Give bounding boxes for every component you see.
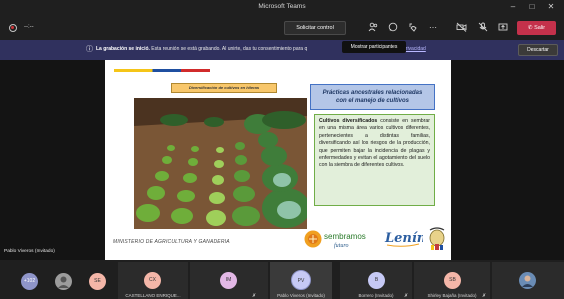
phone-icon: ✆ <box>527 25 533 31</box>
leave-button[interactable]: ✆ Salir <box>517 21 556 35</box>
mic-off-icon: ✗ <box>404 293 409 299</box>
recording-banner-text: La grabación se inició. Esta reunión se … <box>96 46 307 52</box>
participant-tile[interactable] <box>492 262 564 299</box>
avatar: IM <box>220 272 237 289</box>
more-icon[interactable]: ⋯ <box>427 22 439 34</box>
participant-tile[interactable]: B Borrero (Invitado) ✗ <box>340 262 412 299</box>
avatar: B <box>368 272 385 289</box>
avatar: CX <box>144 272 161 289</box>
overflow-count-avatar: +102 <box>21 273 38 290</box>
people-icon[interactable] <box>367 22 379 34</box>
window-title: Microsoft Teams <box>258 3 306 10</box>
title-bar: Microsoft Teams – □ ✕ <box>0 0 564 16</box>
slide-body-text: Cultivos diversificados consiste en semb… <box>314 114 435 206</box>
avatar <box>55 273 72 290</box>
svg-text:Lenín: Lenín <box>384 231 423 246</box>
photo-caption: Diversificación de cultivos en hileras <box>171 83 277 93</box>
participant-name: Shirley Bajaña (Invitado) <box>427 293 477 298</box>
ministry-footer: MINISTERIO DE AGRICULTURA Y GANADERIA <box>113 239 230 245</box>
share-icon[interactable] <box>497 22 509 34</box>
participant-name: CASTELLANO ENRIQUE... <box>125 293 181 298</box>
recording-consent-text: Esta reunión se está grabando. Al unirte… <box>149 46 308 52</box>
recording-started-label: La grabación se inició. <box>96 46 150 52</box>
recording-banner: ⓘ La grabación se inició. Esta reunión s… <box>0 40 564 60</box>
dismiss-button[interactable]: Descartar <box>518 44 558 56</box>
sembramos-futuro-logo: sembramos futuro <box>304 227 372 251</box>
privacy-link[interactable]: privacidad <box>403 46 426 52</box>
participant-tile-active[interactable]: PV Pablo Viveros (Invitado) <box>270 262 332 299</box>
flag-stripe <box>114 69 210 72</box>
camera-off-icon[interactable] <box>455 22 467 34</box>
presentation-slide: Diversificación de cultivos en hileras P… <box>105 60 451 260</box>
avatar: SE <box>89 273 106 290</box>
crop-rows-photo <box>134 98 307 229</box>
slide-title-line2: con el manejo de cultivos <box>335 98 410 104</box>
meeting-timer: --:-- <box>24 24 34 30</box>
reactions-icon[interactable] <box>407 22 419 34</box>
record-icon <box>9 24 17 32</box>
slide-body-bold: Cultivos diversificados <box>319 118 378 124</box>
svg-text:sembramos: sembramos <box>324 232 366 241</box>
participant-tile[interactable]: CX CASTELLANO ENRIQUE... <box>118 262 188 299</box>
participant-strip: +102 SE CX CASTELLANO ENRIQUE... IM ✗ PV… <box>0 260 564 299</box>
shared-screen-stage: Diversificación de cultivos en hileras P… <box>0 60 564 260</box>
avatar: PV <box>291 270 311 290</box>
leave-label: Salir <box>534 25 546 31</box>
mic-off-icon: ✗ <box>252 293 257 299</box>
avatar <box>519 272 536 289</box>
avatar: SB <box>444 272 461 289</box>
participant-name: Pablo Viveros (Invitado) <box>277 293 325 298</box>
slide-title: Prácticas ancestrales relacionadas con e… <box>310 84 435 110</box>
participant-tile[interactable]: SB Shirley Bajaña (Invitado) ✗ <box>414 262 490 299</box>
show-participants-tooltip: Mostrar participantes <box>342 41 406 53</box>
participant-tile[interactable]: SE <box>80 262 116 299</box>
svg-text:futuro: futuro <box>334 242 348 249</box>
slide-title-line1: Prácticas ancestrales relacionadas <box>322 90 423 96</box>
participant-name: Borrero (Invitado) <box>358 293 394 298</box>
presenter-name-label: Pablo Viveros (Invitado) <box>4 249 55 254</box>
chat-icon[interactable] <box>387 22 399 34</box>
info-icon: ⓘ <box>86 46 93 53</box>
lenin-logo: Lenín <box>383 227 426 249</box>
ecuador-seal-logo <box>427 225 447 251</box>
slide-body-rest: consiste en sembrar en una misma área va… <box>319 118 430 169</box>
mic-off-icon: ✗ <box>482 293 487 299</box>
maximize-icon[interactable]: □ <box>527 2 537 12</box>
mic-off-icon[interactable] <box>477 22 489 34</box>
meeting-toolbar: --:-- Solicitar control ⋯ ✆ Salir <box>0 16 564 40</box>
minimize-icon[interactable]: – <box>508 2 518 12</box>
participant-tile[interactable]: IM ✗ <box>190 262 268 299</box>
close-icon[interactable]: ✕ <box>546 2 556 12</box>
request-control-button[interactable]: Solicitar control <box>284 21 346 35</box>
participant-tile[interactable] <box>50 262 78 299</box>
teams-window: Microsoft Teams – □ ✕ --:-- Solicitar co… <box>0 0 564 299</box>
participant-tile[interactable]: +102 <box>10 262 48 299</box>
